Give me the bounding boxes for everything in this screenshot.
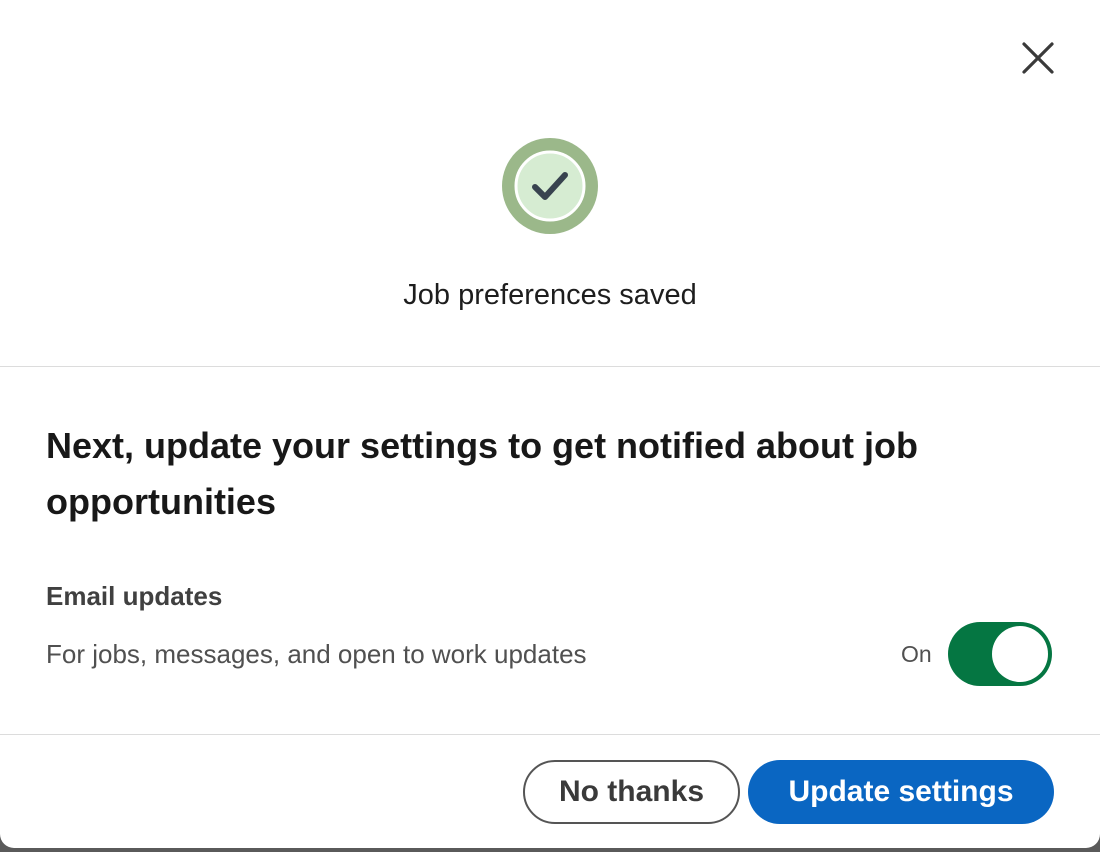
toggle-state-label: On bbox=[901, 641, 932, 667]
email-updates-label: Email updates bbox=[46, 581, 223, 611]
update-settings-button[interactable]: Update settings bbox=[748, 760, 1054, 824]
dialog-heading: Next, update your settings to get notifi… bbox=[46, 425, 918, 522]
saved-message: Job preferences saved bbox=[403, 279, 697, 311]
close-icon bbox=[1022, 42, 1054, 74]
footer-divider bbox=[0, 734, 1100, 735]
toggle-knob bbox=[992, 626, 1048, 682]
email-updates-toggle[interactable] bbox=[948, 622, 1052, 686]
checkmark-icon bbox=[502, 138, 598, 234]
success-badge bbox=[502, 138, 598, 234]
email-updates-description: For jobs, messages, and open to work upd… bbox=[46, 639, 587, 669]
close-button[interactable] bbox=[1010, 30, 1066, 86]
no-thanks-button[interactable]: No thanks bbox=[523, 760, 740, 824]
job-preferences-dialog: Job preferences saved Next, update your … bbox=[0, 0, 1100, 848]
confirmation-section: Job preferences saved bbox=[0, 0, 1100, 367]
